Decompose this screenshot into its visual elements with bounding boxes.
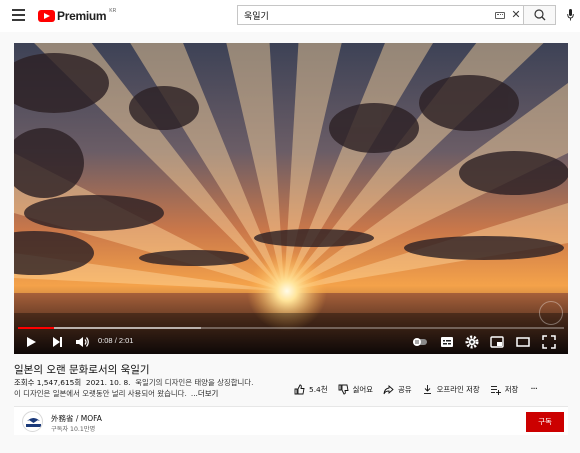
play-icon[interactable] bbox=[24, 334, 38, 350]
search-icon bbox=[534, 9, 546, 21]
logo-text: Premium bbox=[57, 9, 107, 23]
show-more-link[interactable]: ...더보기 bbox=[191, 389, 218, 398]
video-title: 일본의 오랜 문화로서의 욱일기 bbox=[14, 364, 150, 376]
thumbs-up-icon bbox=[294, 384, 305, 394]
download-label: 오프라인 저장 bbox=[436, 384, 480, 394]
mofa-emblem-icon bbox=[26, 418, 41, 427]
settings-gear-icon[interactable] bbox=[464, 334, 480, 350]
time-display: 0:08 / 2:01 bbox=[98, 336, 133, 345]
more-actions-icon[interactable]: ··· bbox=[530, 384, 537, 395]
progress-played bbox=[18, 327, 54, 329]
share-label: 공유 bbox=[397, 384, 412, 394]
subtitles-icon[interactable] bbox=[439, 334, 455, 350]
description-line-1: 조회수 1,547,615회 2021. 10. 8. 욱일기의 디자인은 태양… bbox=[14, 377, 290, 388]
duration: 2:01 bbox=[118, 336, 134, 345]
dislike-label: 싫어요 bbox=[352, 384, 373, 394]
top-bar: Premium KR ✕ bbox=[0, 0, 580, 32]
hamburger-menu-icon[interactable] bbox=[12, 9, 25, 21]
search-box: ✕ bbox=[237, 5, 524, 25]
download-button[interactable]: 오프라인 저장 bbox=[422, 384, 480, 395]
thumbs-down-icon bbox=[338, 384, 349, 394]
video-player[interactable]: 0:08 / 2:01 bbox=[14, 43, 568, 354]
fullscreen-icon[interactable] bbox=[541, 334, 557, 350]
channel-avatar[interactable] bbox=[22, 411, 43, 432]
description-text-2: 이 디자인은 일본에서 오랫동안 널리 사용되어 왔습니다. bbox=[14, 389, 187, 398]
channel-watermark[interactable] bbox=[539, 301, 563, 325]
progress-bar[interactable] bbox=[18, 327, 564, 329]
microphone-icon[interactable] bbox=[567, 9, 574, 21]
region-label: KR bbox=[109, 8, 117, 14]
save-button[interactable]: 저장 bbox=[490, 384, 519, 395]
subscriber-count: 구독자 10.1만명 bbox=[51, 426, 96, 433]
keyboard-icon[interactable] bbox=[495, 12, 505, 19]
dislike-button[interactable]: 싫어요 bbox=[338, 384, 373, 395]
upload-date: 2021. 10. 8. bbox=[85, 378, 131, 387]
autoplay-toggle-icon[interactable] bbox=[411, 334, 429, 350]
description-line-2: 이 디자인은 일본에서 오랫동안 널리 사용되어 왔습니다. ...더보기 bbox=[14, 388, 290, 399]
share-icon bbox=[383, 384, 394, 394]
youtube-premium-logo[interactable]: Premium KR bbox=[38, 8, 116, 24]
theater-mode-icon[interactable] bbox=[515, 334, 531, 350]
like-button[interactable]: 5.4천 bbox=[294, 384, 328, 395]
description-box[interactable]: 조회수 1,547,615회 2021. 10. 8. 욱일기의 디자인은 태양… bbox=[14, 377, 290, 402]
channel-row: 外務省 / MOFA 구독자 10.1만명 구독 bbox=[14, 406, 568, 435]
video-frame-sunrise bbox=[14, 43, 568, 354]
current-time: 0:08 bbox=[98, 336, 113, 345]
channel-name[interactable]: 外務省 / MOFA bbox=[51, 413, 102, 424]
subscribe-button[interactable]: 구독 bbox=[526, 412, 564, 432]
next-icon[interactable] bbox=[50, 334, 64, 350]
search-button[interactable] bbox=[524, 5, 556, 25]
clear-search-icon[interactable]: ✕ bbox=[510, 8, 522, 22]
playlist-add-icon bbox=[490, 385, 501, 395]
description-text-1: 욱일기의 디자인은 태양을 상징합니다. bbox=[135, 378, 254, 387]
download-icon bbox=[423, 384, 431, 394]
share-button[interactable]: 공유 bbox=[383, 384, 412, 395]
miniplayer-icon[interactable] bbox=[489, 334, 505, 350]
search-input[interactable] bbox=[244, 7, 484, 23]
save-label: 저장 bbox=[504, 384, 519, 394]
player-controls: 0:08 / 2:01 bbox=[14, 331, 568, 353]
youtube-play-icon bbox=[38, 10, 55, 22]
action-bar: 5.4천 싫어요 공유 오프라인 저장 저장 ··· bbox=[294, 382, 538, 396]
like-count: 5.4천 bbox=[309, 384, 328, 394]
volume-icon[interactable] bbox=[74, 334, 90, 350]
view-count: 조회수 1,547,615회 bbox=[14, 378, 82, 387]
